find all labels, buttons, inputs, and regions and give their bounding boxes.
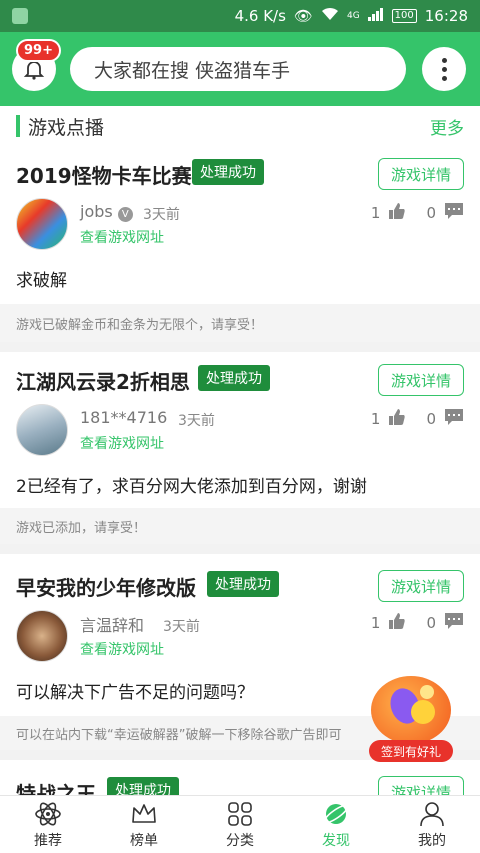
like-count: 1 — [370, 410, 381, 428]
thumb-up-icon[interactable] — [388, 408, 406, 430]
search-input[interactable]: 大家都在搜 侠盗猎车手 — [70, 47, 406, 91]
game-detail-button[interactable]: 游戏详情 — [378, 570, 464, 602]
avatar[interactable] — [16, 610, 68, 662]
request-content: 2已经有了，求百分网大佬添加到百分网，谢谢 — [16, 477, 367, 497]
nav-label: 榜单 — [130, 832, 158, 849]
nav-mine[interactable]: 我的 — [384, 796, 480, 853]
status-badge: 处理成功 — [198, 365, 270, 391]
view-game-url-link[interactable]: 查看游戏网址 — [80, 433, 164, 453]
battery-icon: 100 — [391, 9, 417, 23]
eye-icon: 👁 — [293, 7, 313, 25]
nav-label: 发现 — [322, 832, 350, 849]
request-card[interactable]: 江湖风云录2折相思 处理成功 游戏详情 181**4716 3天前 查看游戏网址… — [0, 352, 480, 544]
verified-icon: V — [117, 207, 133, 222]
reaction-bar: 1 0 — [371, 408, 464, 430]
section-accent-bar — [16, 115, 20, 137]
comment-count: 0 — [426, 204, 436, 222]
game-title[interactable]: 早安我的少年修改版 — [16, 572, 196, 601]
status-bar: 4.6 K/s 👁 4G 100 16:28 — [0, 0, 480, 32]
thumb-up-icon[interactable] — [388, 612, 406, 634]
more-dot-icon — [441, 75, 447, 81]
grid-icon — [228, 801, 252, 826]
more-link[interactable]: 更多 — [430, 114, 464, 139]
username[interactable]: jobs V — [80, 202, 133, 222]
more-dot-icon — [441, 66, 447, 72]
post-time: 3天前 — [143, 207, 180, 223]
atom-icon — [35, 802, 61, 825]
comment-icon[interactable] — [444, 202, 464, 224]
more-dot-icon — [441, 57, 447, 63]
signal-type: 4G — [346, 11, 360, 21]
admin-reply: 游戏已破解金币和金条为无限个，请享受！ — [0, 304, 480, 342]
avatar[interactable] — [16, 198, 68, 250]
view-game-url-link[interactable]: 查看游戏网址 — [80, 639, 164, 659]
request-content: 求破解 — [16, 271, 67, 291]
username[interactable]: 181**4716 — [80, 408, 167, 427]
checkin-label: 签到有好礼 — [369, 740, 453, 762]
nav-ranking[interactable]: 榜单 — [96, 796, 192, 853]
clock: 16:28 — [424, 7, 468, 25]
comment-count: 0 — [426, 614, 436, 632]
avatar[interactable] — [16, 404, 68, 456]
reaction-bar: 1 0 — [371, 202, 464, 224]
like-count: 1 — [370, 204, 381, 222]
planet-icon — [323, 803, 349, 824]
wifi-icon — [321, 7, 339, 25]
nav-label: 推荐 — [34, 832, 62, 849]
section-header: 游戏点播 更多 — [0, 106, 480, 146]
game-title[interactable]: 2019怪物卡车比赛 — [16, 160, 192, 189]
status-badge: 处理成功 — [192, 159, 264, 185]
request-card[interactable]: 特战之王 处理成功 游戏详情 — [0, 760, 480, 800]
nav-label: 分类 — [226, 832, 254, 849]
nav-discover[interactable]: 发现 — [288, 796, 384, 853]
nav-category[interactable]: 分类 — [192, 796, 288, 853]
nav-label: 我的 — [418, 832, 446, 849]
game-detail-button[interactable]: 游戏详情 — [378, 364, 464, 396]
person-icon — [420, 801, 444, 826]
crown-icon — [132, 803, 156, 823]
status-badge: 处理成功 — [207, 571, 279, 597]
admin-reply: 游戏已添加，请享受！ — [0, 508, 480, 544]
section-title: 游戏点播 — [28, 116, 105, 139]
network-speed: 4.6 K/s — [234, 7, 286, 25]
thumb-up-icon[interactable] — [388, 202, 406, 224]
notification-button[interactable]: 99+ — [12, 39, 61, 91]
comment-icon[interactable] — [444, 408, 464, 430]
like-count: 1 — [370, 614, 381, 632]
post-time: 3天前 — [178, 413, 215, 429]
daily-checkin-button[interactable]: 签到有好礼 — [369, 676, 453, 762]
request-content: 可以解决下广告不足的问题吗？ — [16, 683, 254, 703]
gift-icon — [371, 676, 451, 744]
app-header: 99+ 大家都在搜 侠盗猎车手 — [0, 32, 480, 106]
nav-recommend[interactable]: 推荐 — [0, 796, 96, 853]
request-card[interactable]: 2019怪物卡车比赛 处理成功 游戏详情 jobs V 3天前 查看游戏网址 1… — [0, 146, 480, 342]
bottom-nav: 推荐 榜单 分类 发现 我的 — [0, 795, 480, 853]
notification-badge: 99+ — [16, 39, 61, 62]
comment-icon[interactable] — [444, 612, 464, 634]
game-title[interactable]: 江湖风云录2折相思 — [16, 366, 190, 395]
username[interactable]: 言温辞和 — [80, 612, 144, 636]
reaction-bar: 1 0 — [371, 612, 464, 634]
shield-icon — [12, 8, 28, 24]
comment-count: 0 — [426, 410, 436, 428]
view-game-url-link[interactable]: 查看游戏网址 — [80, 227, 164, 247]
game-detail-button[interactable]: 游戏详情 — [378, 158, 464, 190]
post-time: 3天前 — [163, 619, 200, 635]
signal-icon — [367, 7, 384, 25]
more-menu-button[interactable] — [422, 47, 466, 91]
